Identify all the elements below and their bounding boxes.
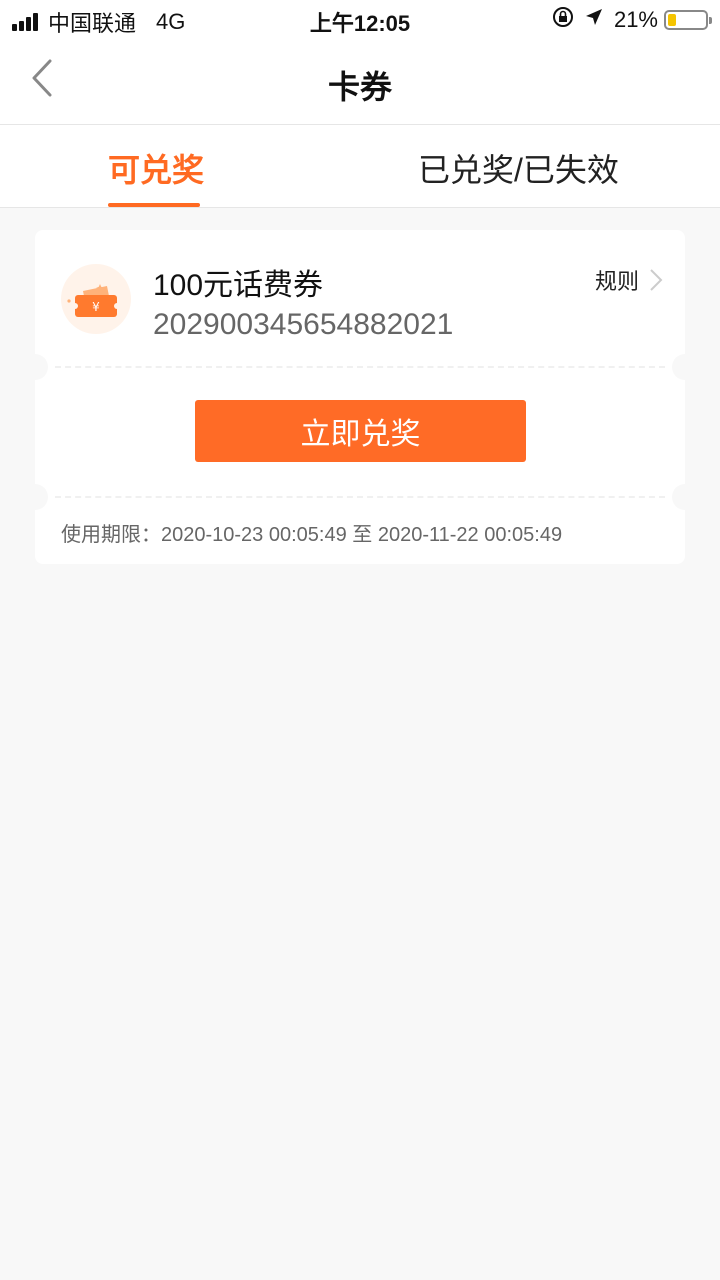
chevron-right-icon bbox=[650, 269, 663, 291]
validity-separator: 至 bbox=[352, 524, 373, 546]
card-notch bbox=[22, 484, 48, 510]
card-notch bbox=[672, 354, 698, 380]
coupon-card: ¥ 100元话费券 202900345654882021 规则 立即兑奖 使用期… bbox=[22, 230, 698, 564]
rules-link[interactable]: 规则 bbox=[595, 264, 663, 296]
nav-bar: 卡券 bbox=[0, 40, 720, 125]
tab-redeemable[interactable]: 可兑奖 bbox=[108, 145, 204, 191]
coupon-code: 202900345654882021 bbox=[153, 308, 454, 341]
card-notch bbox=[672, 484, 698, 510]
tab-bar: 可兑奖 已兑奖/已失效 bbox=[0, 125, 720, 208]
card-divider bbox=[55, 366, 665, 368]
battery-level bbox=[668, 14, 676, 26]
validity-label: 使用期限： bbox=[61, 524, 161, 546]
card-notch bbox=[22, 354, 48, 380]
redeem-button[interactable]: 立即兑奖 bbox=[195, 400, 526, 462]
tab-redeemed-expired[interactable]: 已兑奖/已失效 bbox=[418, 145, 619, 191]
rules-label: 规则 bbox=[594, 269, 639, 294]
battery-icon bbox=[664, 10, 712, 30]
location-arrow-icon bbox=[584, 7, 604, 33]
page-title: 卡券 bbox=[327, 69, 392, 105]
status-right: 21% bbox=[552, 6, 712, 34]
svg-text:¥: ¥ bbox=[92, 300, 100, 314]
validity-start: 2020-10-23 00:05:49 bbox=[161, 524, 347, 546]
status-bar: 中国联通 4G 上午12:05 21% bbox=[0, 0, 720, 40]
card-divider bbox=[55, 496, 665, 498]
ticket-icon: ¥ bbox=[61, 264, 131, 334]
battery-percent: 21% bbox=[613, 7, 658, 32]
validity-end: 2020-11-22 00:05:49 bbox=[377, 524, 563, 546]
validity-period: 使用期限：2020-10-23 00:05:49 至 2020-11-22 00… bbox=[61, 518, 562, 547]
tab-active-indicator bbox=[108, 203, 200, 207]
coupon-title: 100元话费券 bbox=[153, 269, 324, 302]
orientation-lock-icon bbox=[552, 6, 574, 34]
